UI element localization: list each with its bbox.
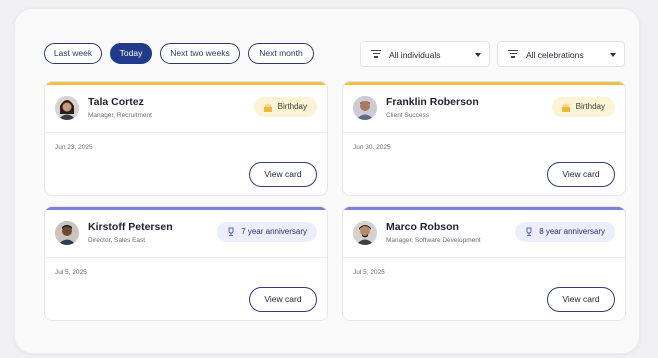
card-accent-bar <box>45 82 327 85</box>
celebration-date: Jul 5, 2025 <box>353 269 385 276</box>
avatar <box>353 221 377 245</box>
divider <box>343 132 625 133</box>
avatar <box>55 221 79 245</box>
person-role: Client Success <box>386 112 429 119</box>
chevron-down-icon <box>475 53 481 57</box>
badge-label: 7 year anniversary <box>241 227 307 236</box>
pill-today[interactable]: Today <box>110 43 152 64</box>
divider <box>45 257 327 258</box>
celebration-card: Kirstoff Petersen Director, Sales East 7… <box>44 206 328 321</box>
card-accent-bar <box>343 82 625 85</box>
filter-icon <box>508 50 518 59</box>
celebration-badge: Birthday <box>253 97 317 117</box>
filter-icon <box>371 50 381 59</box>
view-card-button[interactable]: View card <box>547 162 615 187</box>
trophy-icon <box>228 227 234 236</box>
badge-label: Birthday <box>277 102 307 111</box>
celebration-date: Jul 5, 2025 <box>55 269 87 276</box>
person-name: Franklin Roberson <box>386 96 479 108</box>
card-accent-bar <box>343 207 625 210</box>
pill-next-month[interactable]: Next month <box>248 43 314 64</box>
person-name: Tala Cortez <box>88 96 144 108</box>
celebration-badge: 8 year anniversary <box>515 222 615 242</box>
celebration-card: Marco Robson Manager, Software Developme… <box>342 206 626 321</box>
card-accent-bar <box>45 207 327 210</box>
person-role: Director, Sales East <box>88 237 146 244</box>
celebration-badge: Birthday <box>551 97 615 117</box>
avatar <box>55 96 79 120</box>
badge-label: 8 year anniversary <box>539 227 605 236</box>
celebration-card: Tala Cortez Manager, Recruitment Birthda… <box>44 81 328 196</box>
view-card-button[interactable]: View card <box>249 162 317 187</box>
celebration-badge: 7 year anniversary <box>217 222 317 242</box>
individuals-select-value: All individuals <box>389 50 441 60</box>
individuals-select[interactable]: All individuals <box>360 41 490 67</box>
divider <box>343 257 625 258</box>
view-card-button[interactable]: View card <box>249 287 317 312</box>
person-name: Marco Robson <box>386 221 459 233</box>
celebration-date: Jun 23, 2025 <box>55 144 93 151</box>
divider <box>45 132 327 133</box>
pill-next-two-weeks[interactable]: Next two weeks <box>160 43 240 64</box>
celebrations-select[interactable]: All celebrations <box>497 41 625 67</box>
cake-icon <box>561 103 570 112</box>
pill-last-week[interactable]: Last week <box>44 43 102 64</box>
person-role: Manager, Recruitment <box>88 112 152 119</box>
cake-icon <box>263 103 272 112</box>
badge-label: Birthday <box>575 102 605 111</box>
person-role: Manager, Software Development <box>386 237 481 244</box>
person-name: Kirstoff Petersen <box>88 221 173 233</box>
view-card-button[interactable]: View card <box>547 287 615 312</box>
celebrations-select-value: All celebrations <box>526 50 584 60</box>
celebration-date: Jun 30, 2025 <box>353 144 391 151</box>
celebration-card: Franklin Roberson Client Success Birthda… <box>342 81 626 196</box>
chevron-down-icon <box>610 53 616 57</box>
avatar <box>353 96 377 120</box>
trophy-icon <box>526 227 532 236</box>
